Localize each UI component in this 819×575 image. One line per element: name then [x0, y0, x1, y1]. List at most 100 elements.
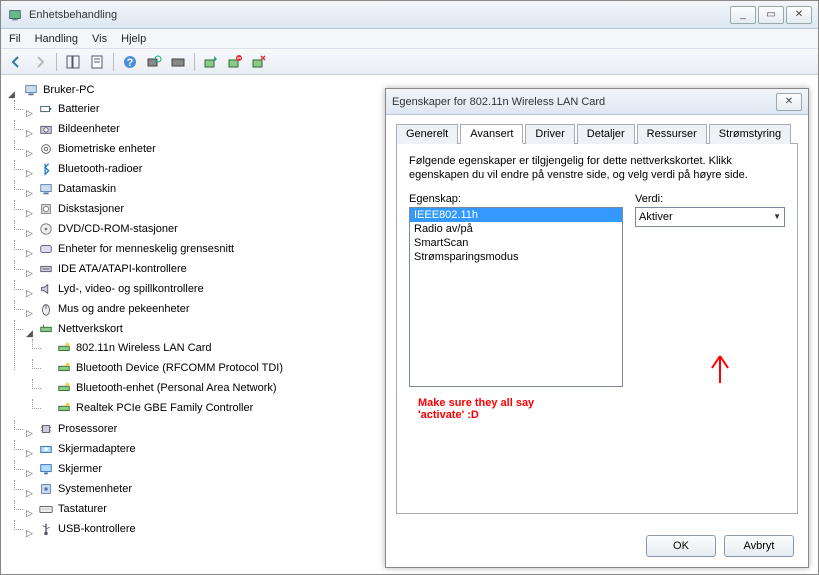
menu-hjelp[interactable]: Hjelp — [121, 33, 146, 45]
expand-icon[interactable]: ▷ — [25, 169, 34, 178]
computer-icon — [23, 82, 39, 98]
netcard-icon — [56, 380, 72, 396]
expand-icon[interactable]: ◢ — [25, 329, 34, 338]
expand-icon[interactable]: ▷ — [25, 269, 34, 278]
menubar: Fil Handling Vis Hjelp — [1, 29, 818, 49]
update-driver-button[interactable] — [200, 51, 222, 73]
value-dropdown[interactable]: Aktiver ▼ — [635, 207, 785, 227]
collapse-icon[interactable]: ◢ — [7, 90, 16, 99]
tree-item[interactable]: Mus og andre pekeenheter — [36, 301, 191, 317]
tab-driver[interactable]: Driver — [525, 124, 574, 144]
tree-item[interactable]: USB-kontrollere — [36, 521, 138, 537]
forward-button[interactable] — [29, 51, 51, 73]
bluetooth-icon — [38, 161, 54, 177]
ok-button[interactable]: OK — [646, 535, 716, 557]
tree-root[interactable]: Bruker-PC — [21, 82, 96, 98]
tab-ressurser[interactable]: Ressurser — [637, 124, 707, 144]
value-current: Aktiver — [639, 211, 673, 223]
expand-icon[interactable]: ▷ — [25, 249, 34, 258]
property-item[interactable]: Radio av/på — [410, 222, 622, 236]
tree-item[interactable]: Prosessorer — [36, 421, 119, 437]
property-label: Egenskap: — [409, 193, 623, 205]
tree-item[interactable]: Tastaturer — [36, 501, 109, 517]
expand-icon[interactable]: ▷ — [25, 289, 34, 298]
menu-vis[interactable]: Vis — [92, 33, 107, 45]
tree-item[interactable]: Bluetooth-radioer — [36, 161, 144, 177]
expand-icon[interactable]: ▷ — [25, 449, 34, 458]
expand-icon[interactable]: ▷ — [25, 469, 34, 478]
tree-item[interactable]: Enheter for menneskelig grensesnitt — [36, 241, 236, 257]
tree-item[interactable]: Bluetooth Device (RFCOMM Protocol TDI) — [54, 360, 285, 376]
expand-icon[interactable]: ▷ — [25, 189, 34, 198]
tab-detaljer[interactable]: Detaljer — [577, 124, 635, 144]
expand-icon[interactable]: ▷ — [25, 109, 34, 118]
app-icon — [7, 7, 23, 23]
property-item[interactable]: IEEE802.11h — [410, 208, 622, 222]
monitor-icon — [38, 461, 54, 477]
hid-icon — [38, 241, 54, 257]
tree-item[interactable]: Nettverkskort — [36, 321, 125, 337]
computer-icon — [38, 181, 54, 197]
properties-dialog: Egenskaper for 802.11n Wireless LAN Card… — [385, 88, 809, 568]
tree-item[interactable]: Datamaskin — [36, 181, 118, 197]
tree-item[interactable]: Bluetooth-enhet (Personal Area Network) — [54, 380, 279, 396]
expand-icon[interactable]: ▷ — [25, 529, 34, 538]
tree-item[interactable]: 802.11n Wireless LAN Card — [54, 340, 214, 356]
close-button[interactable]: ✕ — [786, 6, 812, 24]
tree-item[interactable]: DVD/CD-ROM-stasjoner — [36, 221, 180, 237]
tab-generelt[interactable]: Generelt — [396, 124, 458, 144]
menu-handling[interactable]: Handling — [35, 33, 78, 45]
expand-icon[interactable]: ▷ — [25, 229, 34, 238]
tab-strømstyring[interactable]: Strømstyring — [709, 124, 791, 144]
tree-item[interactable]: IDE ATA/ATAPI-kontrollere — [36, 261, 189, 277]
cpu-icon — [38, 421, 54, 437]
system-icon — [38, 481, 54, 497]
tree-item[interactable]: Realtek PCIe GBE Family Controller — [54, 400, 255, 416]
net-icon — [38, 321, 54, 337]
fingerprint-icon — [38, 141, 54, 157]
property-listbox[interactable]: IEEE802.11hRadio av/påSmartScanStrømspar… — [409, 207, 623, 387]
expand-icon[interactable]: ▷ — [25, 489, 34, 498]
tab-avansert[interactable]: Avansert — [460, 124, 523, 144]
back-button[interactable] — [5, 51, 27, 73]
tree-item[interactable]: Lyd-, video- og spillkontrollere — [36, 281, 206, 297]
gpu-icon — [38, 441, 54, 457]
tree-item[interactable]: Batterier — [36, 101, 102, 117]
properties-button[interactable] — [86, 51, 108, 73]
dialog-title: Egenskaper for 802.11n Wireless LAN Card — [392, 96, 605, 108]
tree-item[interactable]: Skjermadaptere — [36, 441, 138, 457]
toolbar: ? — [1, 49, 818, 75]
tree-item[interactable]: Systemenheter — [36, 481, 134, 497]
cancel-button[interactable]: Avbryt — [724, 535, 794, 557]
expand-icon[interactable]: ▷ — [25, 309, 34, 318]
tab-pane-advanced: Følgende egenskaper er tilgjengelig for … — [396, 144, 798, 514]
toolbar-button[interactable] — [167, 51, 189, 73]
scan-button[interactable] — [143, 51, 165, 73]
expand-icon[interactable]: ▷ — [25, 209, 34, 218]
tree-item[interactable]: Diskstasjoner — [36, 201, 126, 217]
maximize-button[interactable]: ▭ — [758, 6, 784, 24]
disk-icon — [38, 201, 54, 217]
help-button[interactable]: ? — [119, 51, 141, 73]
tree-item[interactable]: Bildeenheter — [36, 121, 122, 137]
disable-button[interactable] — [248, 51, 270, 73]
titlebar[interactable]: Enhetsbehandling _ ▭ ✕ — [1, 1, 818, 29]
uninstall-button[interactable] — [224, 51, 246, 73]
expand-icon[interactable]: ▷ — [25, 429, 34, 438]
dialog-titlebar[interactable]: Egenskaper for 802.11n Wireless LAN Card… — [386, 89, 808, 115]
expand-icon[interactable]: ▷ — [25, 509, 34, 518]
keyboard-icon — [38, 501, 54, 517]
property-item[interactable]: Strømsparingsmodus — [410, 250, 622, 264]
expand-icon[interactable]: ▷ — [25, 129, 34, 138]
sound-icon — [38, 281, 54, 297]
show-hide-tree-button[interactable] — [62, 51, 84, 73]
ide-icon — [38, 261, 54, 277]
minimize-button[interactable]: _ — [730, 6, 756, 24]
tree-item[interactable]: Skjermer — [36, 461, 104, 477]
tree-item[interactable]: Biometriske enheter — [36, 141, 158, 157]
expand-icon[interactable]: ▷ — [25, 149, 34, 158]
property-item[interactable]: SmartScan — [410, 236, 622, 250]
menu-fil[interactable]: Fil — [9, 33, 21, 45]
battery-icon — [38, 101, 54, 117]
dialog-close-button[interactable]: ✕ — [776, 93, 802, 111]
